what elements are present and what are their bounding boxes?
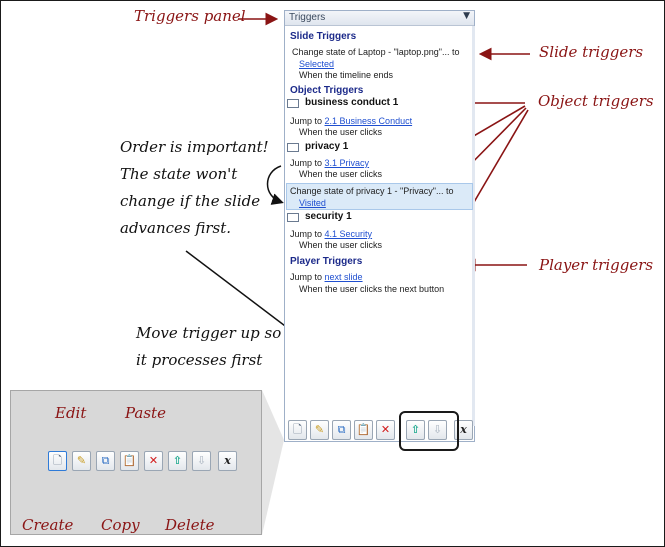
move-up-button[interactable]: ⇧ — [168, 451, 187, 471]
label-copy: Copy — [101, 516, 140, 534]
copy-icon: ⧉ — [101, 454, 110, 467]
move-down-button[interactable]: ⇩ — [192, 451, 211, 471]
copy-button[interactable]: ⧉ — [96, 451, 115, 471]
variables-icon: x — [224, 454, 231, 467]
label-create: Create — [22, 516, 74, 534]
label-paste: Paste — [125, 404, 166, 422]
variables-button[interactable]: x — [218, 451, 237, 471]
move-down-icon: ⇩ — [196, 454, 207, 467]
create-icon: 🗋 — [53, 454, 62, 467]
edit-button[interactable]: ✎ — [72, 451, 91, 471]
move-up-icon: ⇧ — [172, 454, 183, 467]
paste-icon: 📋 — [122, 454, 137, 467]
delete-button[interactable]: ✕ — [144, 451, 163, 471]
label-delete: Delete — [165, 516, 215, 534]
inset-toolbar: 🗋 ✎ ⧉ 📋 ✕ ⇧ ⇩ x — [48, 451, 238, 473]
create-button[interactable]: 🗋 — [48, 451, 67, 471]
label-edit: Edit — [55, 404, 87, 422]
paste-button[interactable]: 📋 — [120, 451, 139, 471]
delete-icon: ✕ — [148, 454, 159, 467]
edit-icon: ✎ — [76, 454, 87, 467]
